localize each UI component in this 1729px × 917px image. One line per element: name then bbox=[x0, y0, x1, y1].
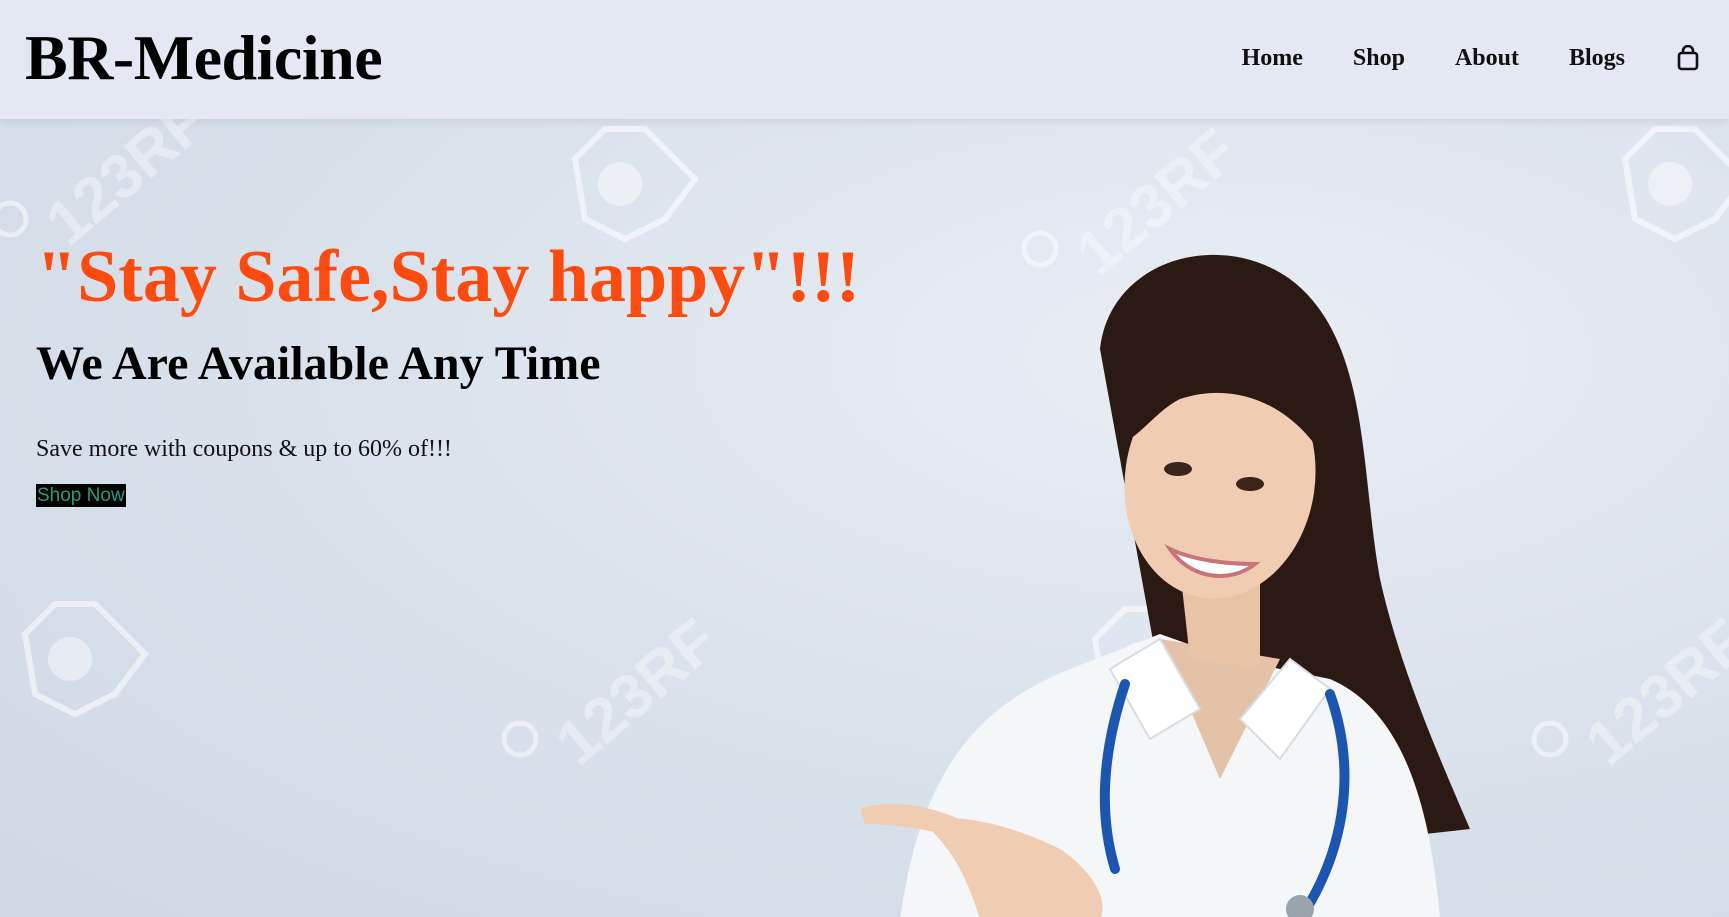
doctor-image bbox=[860, 254, 1470, 917]
hero-section: 123RF bbox=[0, 119, 1729, 917]
shop-now-button[interactable]: Shop Now bbox=[36, 484, 126, 507]
nav-link-about[interactable]: About bbox=[1455, 40, 1519, 76]
hero-subheading: We Are Available Any Time bbox=[36, 337, 601, 390]
site-logo[interactable]: BR-Medicine bbox=[25, 22, 383, 94]
shopping-bag-icon[interactable] bbox=[1675, 43, 1701, 73]
nav-link-shop[interactable]: Shop bbox=[1353, 40, 1405, 76]
nav-link-home[interactable]: Home bbox=[1242, 40, 1303, 76]
site-header: BR-Medicine Home Shop About Blogs bbox=[0, 0, 1729, 119]
main-nav: Home Shop About Blogs bbox=[1192, 40, 1701, 76]
hero-text-block: "Stay Safe,Stay happy"!!! We Are Availab… bbox=[36, 234, 860, 507]
nav-link-blogs[interactable]: Blogs bbox=[1569, 40, 1625, 76]
hero-slogan: "Stay Safe,Stay happy"!!! bbox=[36, 236, 861, 318]
promo-text: Save more with coupons & up to 60% of!!! bbox=[36, 436, 452, 462]
